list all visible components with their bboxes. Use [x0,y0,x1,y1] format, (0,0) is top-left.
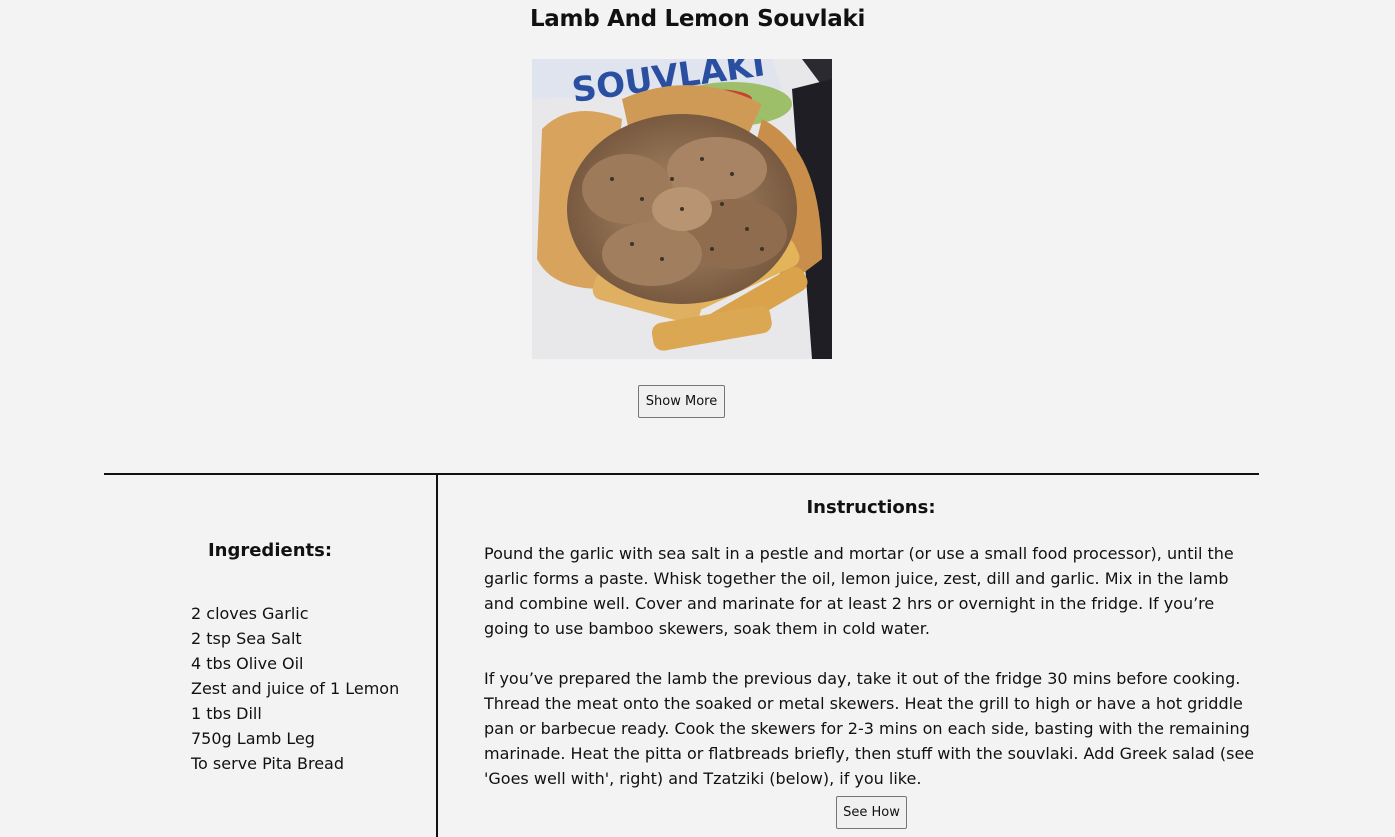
instructions-heading: Instructions: [806,497,936,518]
instructions-body: Pound the garlic with sea salt in a pest… [484,541,1258,816]
recipe-title: Lamb And Lemon Souvlaki [529,6,866,32]
ingredient-item: 750g Lamb Leg [191,729,315,748]
see-how-button[interactable]: See How [836,796,907,829]
ingredient-item: 2 cloves Garlic [191,604,309,623]
ingredient-item: 4 tbs Olive Oil [191,654,304,673]
souvlaki-image: SOUVLAKI [532,59,832,359]
ingredients-list: 2 cloves Garlic 2 tsp Sea Salt 4 tbs Oli… [191,601,399,776]
ingredient-item: To serve Pita Bread [191,754,344,773]
ingredient-item: 1 tbs Dill [191,704,262,723]
ingredient-item: Zest and juice of 1 Lemon [191,679,400,698]
instruction-paragraph: Pound the garlic with sea salt in a pest… [484,544,1234,638]
ingredients-heading: Ingredients: [207,540,333,561]
instruction-paragraph: If you’ve prepared the lamb the previous… [484,669,1255,788]
recipe-photo: SOUVLAKI [532,59,832,359]
vertical-divider [436,475,438,837]
horizontal-divider [104,473,1259,475]
show-more-button[interactable]: Show More [638,385,725,418]
ingredient-item: 2 tsp Sea Salt [191,629,302,648]
